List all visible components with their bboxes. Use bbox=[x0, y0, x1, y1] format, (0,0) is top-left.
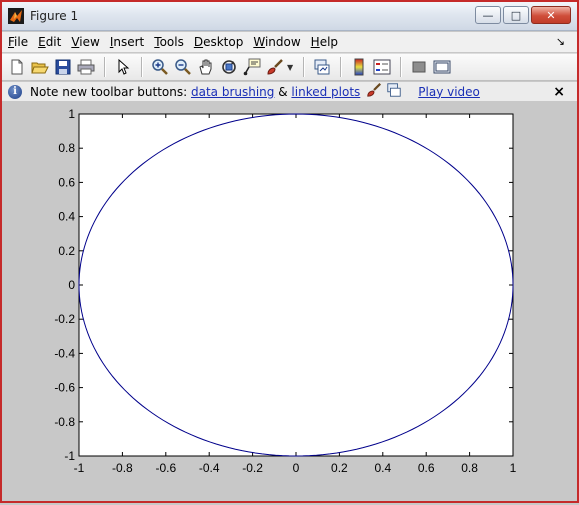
open-file-icon[interactable] bbox=[29, 56, 51, 78]
hide-plot-tools-icon[interactable] bbox=[408, 56, 430, 78]
menu-help[interactable]: Help bbox=[311, 35, 338, 49]
y-tick-label: -0.4 bbox=[54, 346, 75, 360]
plot-svg[interactable]: -1 -0.8 -0.6 -0.4 -0.2 0 0.2 0.4 0.6 0.8 1 1 0.8 0.6 0… bbox=[2, 103, 577, 501]
menu-tools[interactable]: Tools bbox=[154, 35, 184, 49]
x-tick-label: 0 bbox=[293, 461, 300, 475]
data-cursor-icon[interactable] bbox=[241, 56, 263, 78]
window-title: Figure 1 bbox=[30, 9, 79, 23]
zoom-out-icon[interactable] bbox=[172, 56, 194, 78]
link-plot-icon[interactable] bbox=[311, 56, 333, 78]
info-ampersand: & bbox=[278, 84, 288, 99]
y-tick-label: 0.2 bbox=[58, 244, 75, 258]
y-tick-label: 1 bbox=[68, 107, 75, 121]
toolbar-separator bbox=[303, 57, 306, 77]
toolbar-separator bbox=[141, 57, 143, 77]
x-tick-label: -0.8 bbox=[112, 461, 133, 475]
linked-plots-link[interactable]: linked plots bbox=[291, 85, 360, 99]
pan-hand-icon[interactable] bbox=[195, 56, 217, 78]
menu-bar: File Edit View Insert Tools Desktop Wind… bbox=[2, 32, 577, 52]
y-tick-label: -0.2 bbox=[54, 312, 75, 326]
figure-canvas[interactable]: -1 -0.8 -0.6 -0.4 -0.2 0 0.2 0.4 0.6 0.8 1 1 0.8 0.6 0… bbox=[2, 103, 577, 501]
menu-view[interactable]: View bbox=[71, 35, 99, 49]
x-tick-label: -0.2 bbox=[242, 461, 263, 475]
new-figure-icon[interactable] bbox=[6, 56, 28, 78]
play-video-link[interactable]: Play video bbox=[418, 85, 480, 99]
toolbar-separator bbox=[340, 57, 343, 77]
brush-icon[interactable] bbox=[264, 56, 286, 78]
x-tick-label: -0.4 bbox=[199, 461, 220, 475]
maximize-button[interactable]: □ bbox=[503, 6, 529, 24]
figure-toolbar: ▼ bbox=[2, 53, 577, 81]
menu-edit[interactable]: Edit bbox=[38, 35, 61, 49]
x-tick-label: 0.2 bbox=[331, 461, 348, 475]
info-icon: i bbox=[8, 84, 22, 99]
y-tick-label: 0.8 bbox=[58, 141, 75, 155]
axes-background bbox=[78, 113, 514, 457]
save-icon[interactable] bbox=[52, 56, 74, 78]
y-tick-label: -0.8 bbox=[54, 415, 75, 429]
link-plot-icon bbox=[386, 82, 402, 101]
info-message: Note new toolbar buttons: bbox=[30, 84, 188, 99]
x-tick-label: 0.8 bbox=[461, 461, 478, 475]
y-tick-label: 0 bbox=[68, 278, 75, 292]
minimize-button[interactable]: — bbox=[475, 6, 501, 24]
y-tick-label: 0.4 bbox=[58, 210, 75, 224]
info-bar: i Note new toolbar buttons: data brushin… bbox=[2, 82, 577, 102]
brush-icon bbox=[366, 82, 382, 101]
rotate-3d-icon[interactable] bbox=[218, 56, 240, 78]
x-tick-label: 1 bbox=[510, 461, 517, 475]
x-tick-label: -0.6 bbox=[155, 461, 176, 475]
dock-figure-icon[interactable]: ↘ bbox=[556, 35, 565, 48]
close-infobar-icon[interactable]: × bbox=[553, 84, 565, 100]
title-bar[interactable]: Figure 1 — □ ✕ bbox=[2, 2, 577, 31]
x-tick-label: 0.6 bbox=[418, 461, 435, 475]
print-icon[interactable] bbox=[75, 56, 97, 78]
show-plot-tools-icon[interactable] bbox=[431, 56, 453, 78]
toolbar-separator bbox=[400, 57, 403, 77]
zoom-in-icon[interactable] bbox=[149, 56, 171, 78]
matlab-logo-icon bbox=[8, 8, 24, 24]
brush-dropdown-icon[interactable]: ▼ bbox=[287, 63, 293, 72]
menu-insert[interactable]: Insert bbox=[110, 35, 144, 49]
menu-file[interactable]: File bbox=[8, 35, 28, 49]
y-tick-label: 0.6 bbox=[58, 175, 75, 189]
y-tick-label: -1 bbox=[64, 449, 75, 463]
colorbar-icon[interactable] bbox=[348, 56, 370, 78]
data-brushing-link[interactable]: data brushing bbox=[191, 85, 274, 99]
close-window-button[interactable]: ✕ bbox=[531, 6, 571, 24]
toolbar-separator bbox=[104, 57, 106, 77]
menu-window[interactable]: Window bbox=[253, 35, 300, 49]
edit-plot-arrow-icon[interactable] bbox=[112, 56, 134, 78]
x-tick-label: -1 bbox=[74, 461, 85, 475]
window-controls: — □ ✕ bbox=[475, 6, 571, 24]
menu-desktop[interactable]: Desktop bbox=[194, 35, 244, 49]
y-tick-label: -0.6 bbox=[54, 381, 75, 395]
x-tick-label: 0.4 bbox=[374, 461, 391, 475]
legend-icon[interactable] bbox=[371, 56, 393, 78]
